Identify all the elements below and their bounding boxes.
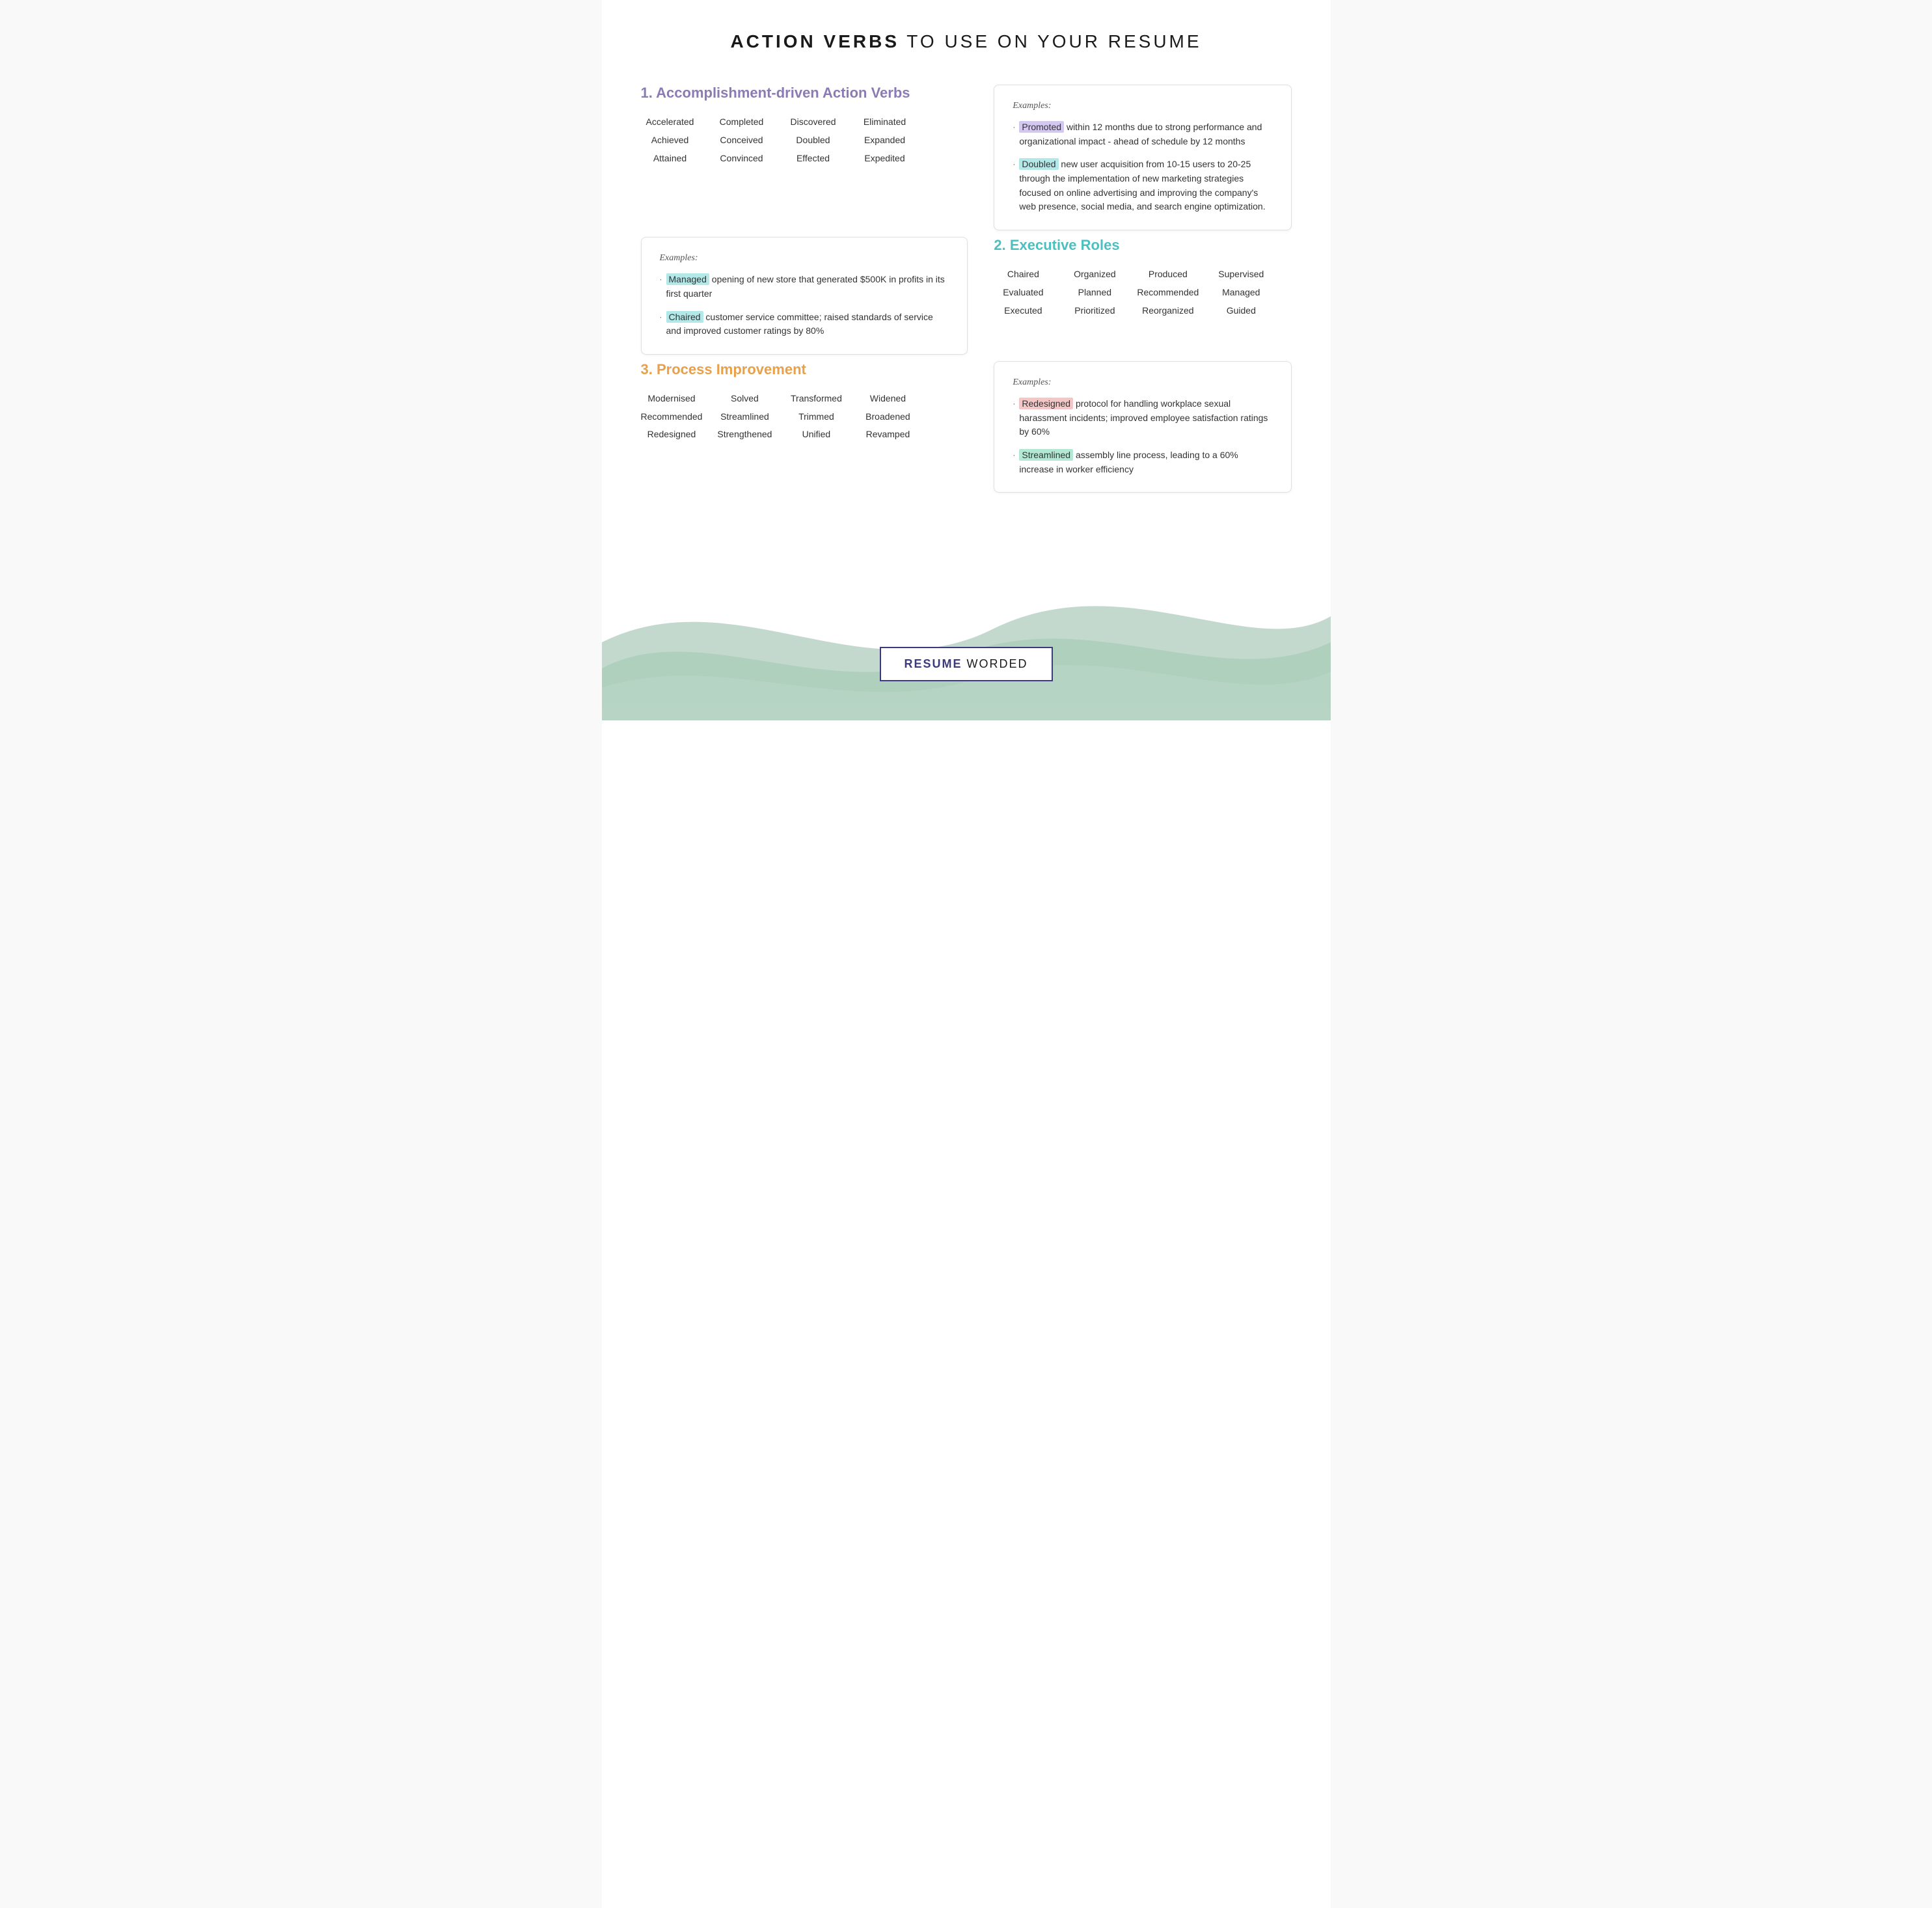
highlight-chaired: Chaired — [666, 311, 703, 323]
section2-title: 2. Executive Roles — [994, 237, 1291, 254]
section1-example-box-1: Examples: · Promoted within 12 months du… — [994, 85, 1291, 230]
wave-svg — [602, 499, 1331, 720]
branding-rest: WORDED — [962, 657, 1028, 670]
word-col-s3-2: Solved Streamlined Strengthened — [715, 391, 774, 443]
section3-word-grid: Modernised Recommended Redesigned Solved… — [641, 391, 968, 443]
example-item-3: · Managed opening of new store that gene… — [660, 273, 949, 301]
section1-left: 1. Accomplishment-driven Action Verbs Ac… — [641, 85, 968, 166]
section3-row: 3. Process Improvement Modernised Recomm… — [641, 361, 1292, 493]
bullet-6: · — [1013, 449, 1015, 476]
section3-example-box-wrap: Examples: · Redesigned protocol for hand… — [994, 361, 1291, 493]
page-title: ACTION VERBS TO USE ON YOUR RESUME — [641, 31, 1292, 52]
example-item-5: · Redesigned protocol for handling workp… — [1013, 397, 1272, 439]
example-item-2: · Doubled new user acquisition from 10-1… — [1013, 157, 1272, 214]
word-col-s2-1: Chaired Evaluated Executed — [994, 267, 1052, 318]
section3-title: 3. Process Improvement — [641, 361, 968, 378]
highlight-redesigned: Redesigned — [1019, 398, 1073, 409]
example-box-3: Examples: · Redesigned protocol for hand… — [994, 361, 1291, 493]
page: ACTION VERBS TO USE ON YOUR RESUME 1. Ac… — [602, 0, 1331, 1908]
branding-box: RESUME WORDED — [879, 647, 1052, 681]
word-col-3: Discovered Doubled Effected — [784, 115, 843, 166]
highlight-doubled: Doubled — [1019, 158, 1058, 170]
example-text-6: Streamlined assembly line process, leadi… — [1019, 448, 1272, 476]
word-col-2: Completed Conceived Convinced — [713, 115, 771, 166]
highlight-promoted: Promoted — [1019, 121, 1064, 133]
word-col-s3-1: Modernised Recommended Redesigned — [641, 391, 703, 443]
bullet-3: · — [660, 273, 662, 301]
wave-footer: RESUME WORDED — [602, 499, 1331, 720]
section1-example-box-2-wrap: Examples: · Managed opening of new store… — [641, 237, 968, 355]
section2-row: Examples: · Managed opening of new store… — [641, 237, 1292, 355]
branding-container: RESUME WORDED — [879, 647, 1052, 681]
bullet-5: · — [1013, 398, 1015, 439]
highlight-managed: Managed — [666, 273, 709, 285]
word-col-s3-3: Transformed Trimmed Unified — [787, 391, 845, 443]
header: ACTION VERBS TO USE ON YOUR RESUME — [602, 0, 1331, 72]
title-rest: TO USE ON YOUR RESUME — [899, 31, 1202, 51]
content-area: 1. Accomplishment-driven Action Verbs Ac… — [602, 72, 1331, 493]
bullet-4: · — [660, 311, 662, 338]
section2-content: 2. Executive Roles Chaired Evaluated Exe… — [994, 237, 1291, 318]
word-col-s2-4: Supervised Managed Guided — [1212, 267, 1270, 318]
example-text-2: Doubled new user acquisition from 10-15 … — [1019, 157, 1272, 214]
bullet-2: · — [1013, 158, 1015, 214]
word-col-4: Eliminated Expanded Expedited — [856, 115, 914, 166]
example-label-2: Examples: — [660, 253, 949, 264]
word-col-s3-4: Widened Broadened Revamped — [858, 391, 917, 443]
word-col-s2-3: Produced Recommended Reorganized — [1137, 267, 1199, 318]
example-label-3: Examples: — [1013, 377, 1272, 388]
example-box-1: Examples: · Promoted within 12 months du… — [994, 85, 1291, 230]
section1-title: 1. Accomplishment-driven Action Verbs — [641, 85, 968, 102]
section1-row1: 1. Accomplishment-driven Action Verbs Ac… — [641, 85, 1292, 230]
branding-text: RESUME WORDED — [904, 657, 1027, 671]
example-label-1: Examples: — [1013, 101, 1272, 111]
section3-left: 3. Process Improvement Modernised Recomm… — [641, 361, 968, 443]
example-item-1: · Promoted within 12 months due to stron… — [1013, 120, 1272, 148]
highlight-streamlined: Streamlined — [1019, 449, 1073, 461]
example-text-3: Managed opening of new store that genera… — [666, 273, 949, 301]
example-item-4: · Chaired customer service committee; ra… — [660, 310, 949, 338]
word-col-1: Accelerated Achieved Attained — [641, 115, 700, 166]
example-text-4: Chaired customer service committee; rais… — [666, 310, 949, 338]
example-text-5: Redesigned protocol for handling workpla… — [1019, 397, 1272, 439]
section2-word-grid: Chaired Evaluated Executed Organized Pla… — [994, 267, 1291, 318]
word-col-s2-2: Organized Planned Prioritized — [1065, 267, 1124, 318]
example-item-6: · Streamlined assembly line process, lea… — [1013, 448, 1272, 476]
section1-word-grid: Accelerated Achieved Attained Completed … — [641, 115, 968, 166]
title-bold: ACTION VERBS — [730, 31, 899, 51]
example-text-1: Promoted within 12 months due to strong … — [1019, 120, 1272, 148]
branding-bold: RESUME — [904, 657, 962, 670]
bullet-1: · — [1013, 121, 1015, 148]
example-box-2: Examples: · Managed opening of new store… — [641, 237, 968, 355]
